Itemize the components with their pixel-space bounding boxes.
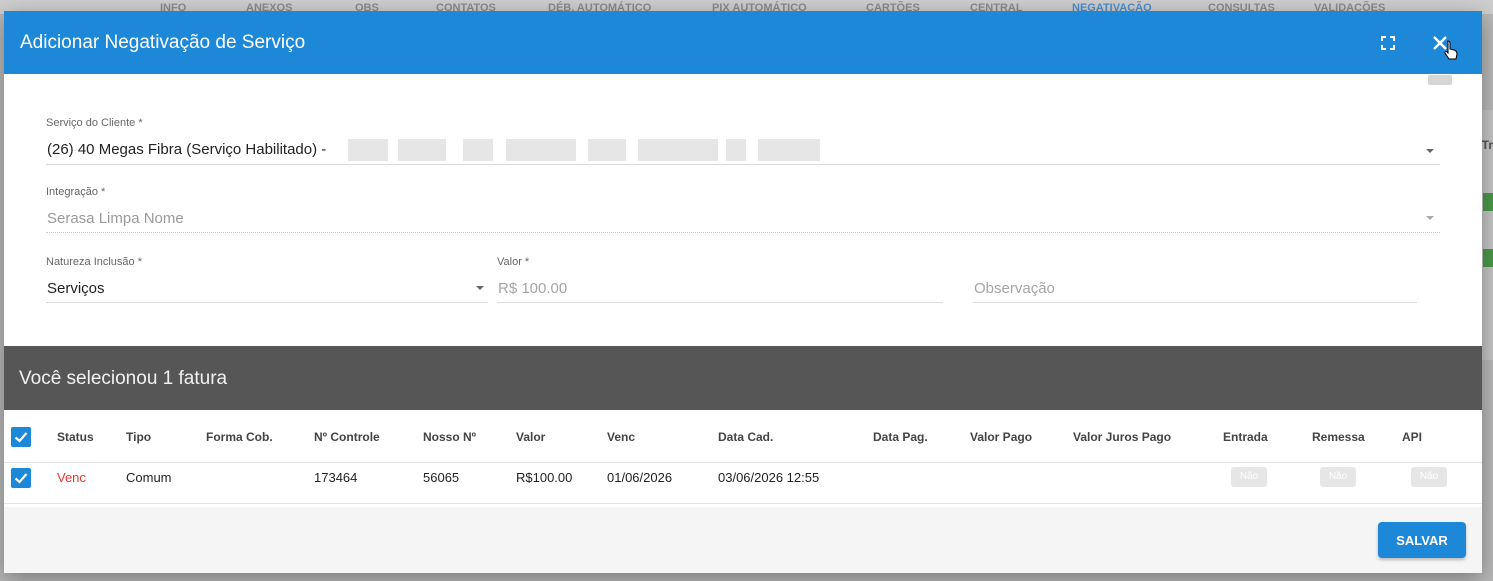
row-checkbox[interactable] (11, 468, 31, 488)
field-underline (973, 302, 1417, 303)
valor-label: Valor * (497, 256, 530, 268)
cell-venc: 01/06/2026 (607, 470, 673, 485)
redacted-text (348, 139, 820, 161)
add-negativacao-dialog: Adicionar Negativação de Serviço Serviço… (4, 11, 1482, 573)
field-underline (46, 164, 1440, 165)
servico-cliente-label: Serviço do Cliente * (46, 117, 143, 129)
cursor-icon (1444, 40, 1458, 60)
natureza-inclusao-label: Natureza Inclusão * (46, 256, 142, 268)
integracao-select[interactable]: Integração * Serasa Limpa Nome (46, 186, 1440, 234)
invoice-table: Status Tipo Forma Cob. Nº Controle Nosso… (4, 410, 1482, 507)
cell-nosso-numero: 56065 (423, 470, 460, 485)
cell-status: Venc (57, 470, 86, 485)
badge-icon (1428, 75, 1452, 85)
integracao-value: Serasa Limpa Nome (47, 210, 184, 227)
background-status-chip (1483, 249, 1493, 267)
dialog-title: Adicionar Negativação de Serviço (20, 32, 306, 53)
field-underline (46, 232, 1440, 233)
selection-summary-text: Você selecionou 1 fatura (19, 368, 228, 389)
remessa-badge: Não (1320, 467, 1356, 487)
valor-field[interactable]: Valor * R$ 100.00 (497, 256, 943, 304)
natureza-inclusao-value: Serviços (47, 280, 105, 297)
natureza-inclusao-select[interactable]: Natureza Inclusão * Serviços (46, 256, 488, 304)
chevron-down-icon (1426, 149, 1434, 153)
chevron-down-icon (476, 286, 484, 290)
api-badge: Não (1411, 467, 1447, 487)
row-divider (4, 503, 1482, 504)
background-column-text: Tr (1481, 138, 1493, 152)
entrada-badge: Não (1231, 467, 1267, 487)
field-underline (46, 302, 488, 303)
dialog-footer: SALVAR (4, 507, 1482, 573)
save-button[interactable]: SALVAR (1378, 522, 1466, 558)
observacao-placeholder: Observação (974, 280, 1055, 297)
background-status-chip (1483, 193, 1493, 211)
chevron-down-icon (1426, 216, 1434, 220)
table-row[interactable]: Venc Comum 173464 56065 R$100.00 01/06/2… (4, 410, 1482, 507)
cell-data-cad: 03/06/2026 12:55 (718, 470, 820, 485)
cell-tipo: Comum (126, 470, 172, 485)
form-area: Serviço do Cliente * (26) 40 Megas Fibra… (4, 74, 1482, 346)
servico-cliente-select[interactable]: Serviço do Cliente * (26) 40 Megas Fibra… (46, 117, 1440, 165)
field-underline (497, 302, 943, 303)
observacao-field[interactable]: Observação (973, 256, 1417, 304)
fullscreen-icon[interactable] (1374, 29, 1402, 57)
selection-summary-bar: Você selecionou 1 fatura (4, 346, 1482, 410)
integracao-label: Integração * (46, 186, 106, 198)
cell-valor: R$100.00 (516, 470, 573, 485)
dialog-header: Adicionar Negativação de Serviço (4, 11, 1482, 74)
servico-cliente-value: (26) 40 Megas Fibra (Serviço Habilitado)… (47, 141, 327, 158)
valor-value: R$ 100.00 (498, 280, 568, 297)
cell-controle: 173464 (314, 470, 358, 485)
